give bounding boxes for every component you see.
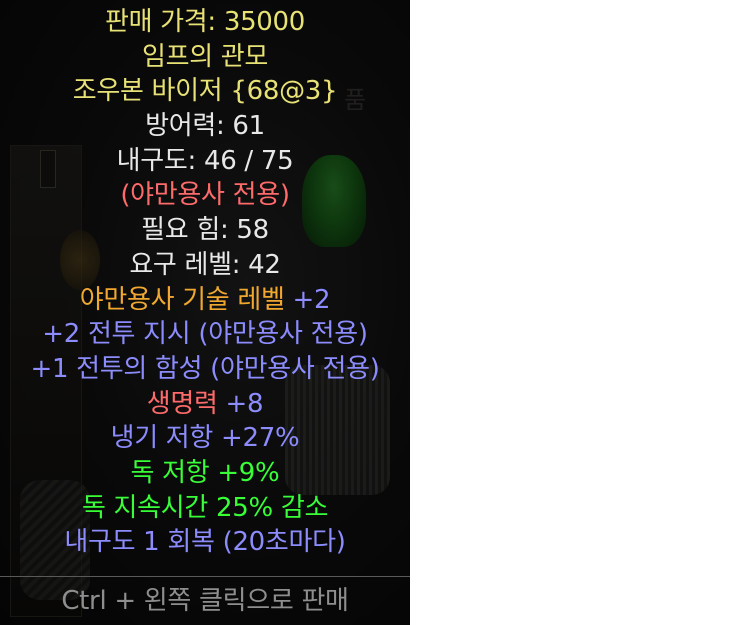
self-repair: 내구도 1 회복 (20초마다) — [64, 527, 346, 558]
battle-orders-bonus: +2 전투 지시 (야만용사 전용) — [42, 319, 368, 350]
sell-price: 판매 가격: 35000 — [104, 7, 306, 37]
required-strength: 필요 힘: 58 — [141, 215, 269, 246]
footer-divider — [0, 576, 410, 577]
tooltip-lines: 판매 가격: 35000 임프의 관모 조우본 바이저 {68@3} 방어력: … — [0, 5, 410, 560]
life-label: 생명력 — [146, 388, 218, 419]
sell-hint: Ctrl + 왼쪽 클릭으로 판매 — [61, 586, 349, 616]
durability-stat: 내구도: 46 / 75 — [116, 145, 294, 176]
life-value: +8 — [217, 388, 264, 419]
class-skill-label: 야만용사 기술 레벨 — [79, 284, 285, 315]
item-tooltip: 판매 가격: 35000 임프의 관모 조우본 바이저 {68@3} 방어력: … — [0, 0, 410, 625]
poison-length-reduction: 독 지속시간 25% 감소 — [81, 492, 329, 523]
required-level: 요구 레벨: 42 — [129, 249, 281, 280]
cold-resist: 냉기 저항 +27% — [110, 423, 300, 454]
item-base-type: 조우본 바이저 {68@3} — [72, 76, 338, 107]
class-skill-value: +2 — [284, 284, 331, 315]
defense-stat: 방어력: 61 — [145, 111, 265, 142]
class-restriction: (야만용사 전용) — [120, 180, 290, 211]
life-bonus: 생명력 +8 — [0, 387, 410, 422]
item-name: 임프의 관모 — [141, 41, 269, 72]
poison-resist: 독 저항 +9% — [130, 457, 280, 488]
battle-cry-bonus: +1 전투의 함성 (야만용사 전용) — [30, 353, 380, 384]
class-skill-bonus: 야만용사 기술 레벨 +2 — [0, 283, 410, 318]
